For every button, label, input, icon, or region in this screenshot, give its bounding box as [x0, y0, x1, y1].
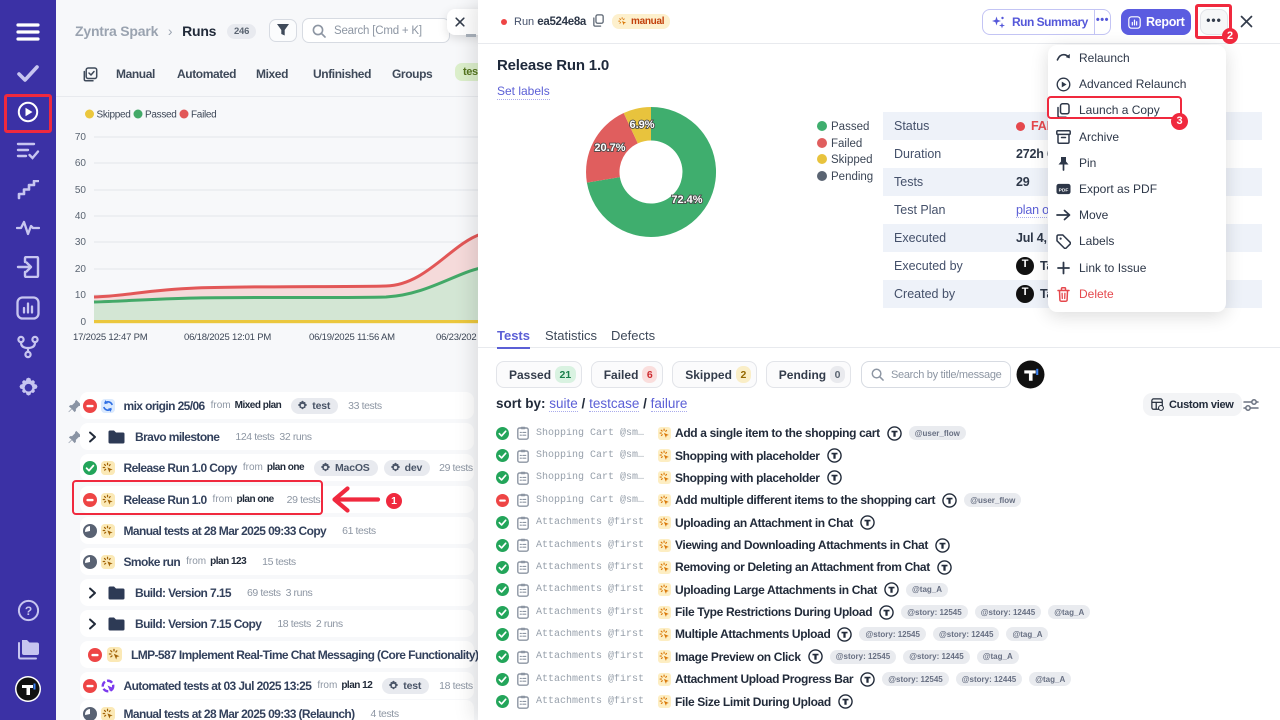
svg-text:PDF: PDF — [1059, 187, 1069, 193]
svg-text:72.4%: 72.4% — [671, 194, 702, 206]
svg-text:Passed: Passed — [145, 110, 177, 121]
svg-text:6.9%: 6.9% — [629, 119, 654, 131]
svg-text:50: 50 — [75, 185, 87, 196]
svg-text:Skipped: Skipped — [97, 110, 131, 121]
svg-text:Failed: Failed — [191, 110, 216, 121]
svg-text:20.7%: 20.7% — [594, 142, 625, 154]
svg-text:30: 30 — [75, 237, 87, 248]
svg-text:?: ? — [24, 604, 31, 618]
svg-text:06/19/2025 11:56 AM: 06/19/2025 11:56 AM — [309, 332, 395, 343]
svg-text:17/2025 12:47 PM: 17/2025 12:47 PM — [73, 332, 148, 343]
svg-text:70: 70 — [75, 132, 87, 143]
svg-text:60: 60 — [75, 158, 87, 169]
svg-text:06/18/2025 12:01 PM: 06/18/2025 12:01 PM — [184, 332, 271, 343]
svg-text:06/23/202: 06/23/202 — [436, 332, 476, 343]
svg-text:10: 10 — [75, 290, 87, 301]
svg-text:0: 0 — [80, 317, 86, 328]
svg-text:20: 20 — [75, 264, 87, 275]
svg-text:40: 40 — [75, 211, 87, 222]
